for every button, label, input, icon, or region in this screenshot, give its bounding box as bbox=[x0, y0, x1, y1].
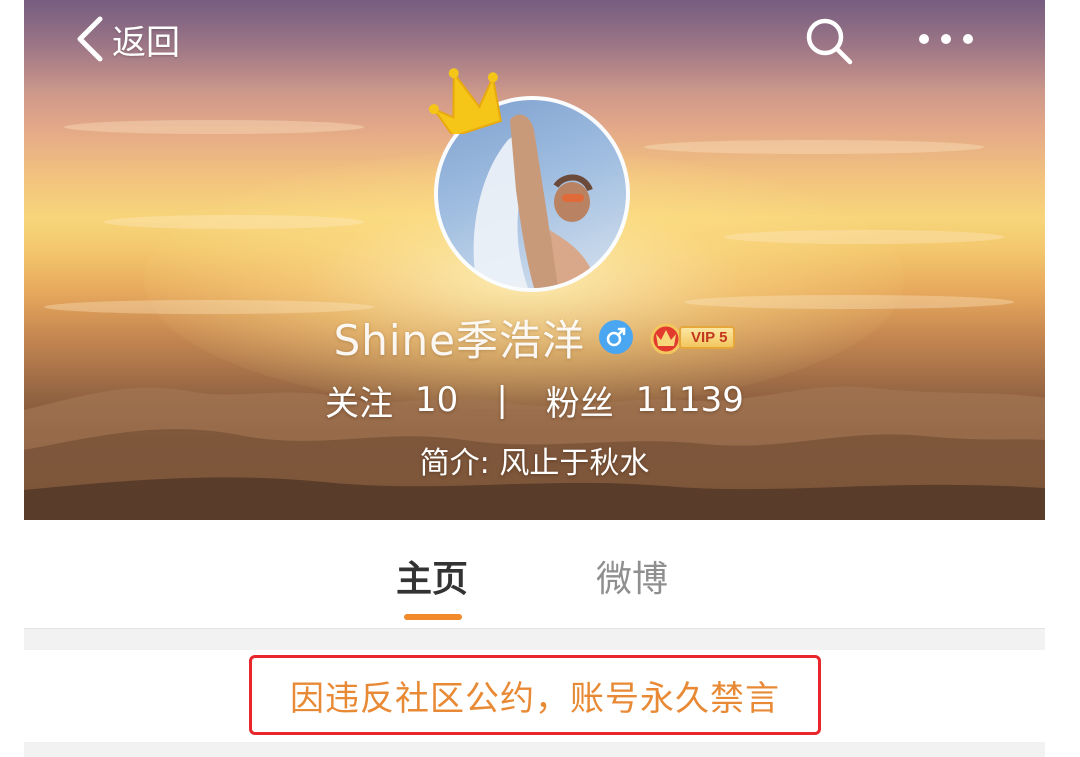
cloud bbox=[104, 215, 364, 229]
chevron-left-icon bbox=[77, 16, 103, 62]
profile-stats: 关注 10 | 粉丝 11139 bbox=[24, 372, 1045, 428]
fans-count: 11139 bbox=[635, 380, 744, 420]
more-dots-icon bbox=[919, 34, 973, 44]
vip-badge[interactable]: VIP 5 bbox=[647, 320, 736, 354]
back-button[interactable]: 返回 bbox=[74, 14, 180, 64]
bio-text: 简介: 风止于秋水 bbox=[419, 446, 650, 481]
cloud bbox=[724, 230, 1004, 244]
back-label: 返回 bbox=[112, 22, 180, 63]
notice-highlight-box: 因违反社区公约，账号永久禁言 bbox=[249, 655, 821, 735]
stats-divider: | bbox=[496, 380, 508, 420]
tab-home[interactable]: 主页 bbox=[396, 550, 468, 602]
profile-name-row: Shine季浩洋 VIP 5 bbox=[24, 305, 1045, 369]
more-button[interactable] bbox=[914, 26, 978, 52]
fans-label: 粉丝 bbox=[545, 383, 614, 424]
fans-stat[interactable]: 粉丝 11139 bbox=[546, 376, 744, 425]
vip-level-label: VIP 5 bbox=[679, 325, 736, 349]
account-ban-notice: 因违反社区公约，账号永久禁言 bbox=[290, 678, 780, 719]
user-name: Shine季浩洋 bbox=[333, 315, 585, 365]
search-icon bbox=[806, 18, 853, 65]
profile-screen: 返回 Shine季浩洋 VIP 5 关注 10 | 粉丝 11139 简介: 风… bbox=[24, 0, 1045, 757]
account-notice-card: 因违反社区公约，账号永久禁言 bbox=[24, 650, 1045, 742]
cloud bbox=[64, 120, 364, 134]
following-stat[interactable]: 关注 10 bbox=[325, 376, 458, 425]
profile-bio: 简介: 风止于秋水 bbox=[24, 436, 1045, 484]
crown-icon bbox=[428, 68, 502, 134]
page: 返回 Shine季浩洋 VIP 5 关注 10 | 粉丝 11139 简介: 风… bbox=[0, 0, 1080, 757]
cloud bbox=[644, 140, 984, 154]
search-button[interactable] bbox=[802, 14, 856, 68]
profile-tabs: 主页 微博 bbox=[24, 520, 1045, 629]
active-tab-indicator bbox=[404, 614, 462, 620]
tab-weibo[interactable]: 微博 bbox=[596, 550, 668, 602]
profile-cover: 返回 Shine季浩洋 VIP 5 关注 10 | 粉丝 11139 简介: 风… bbox=[24, 0, 1045, 520]
following-label: 关注 bbox=[325, 383, 394, 424]
male-icon bbox=[599, 320, 633, 354]
following-count: 10 bbox=[415, 380, 459, 420]
